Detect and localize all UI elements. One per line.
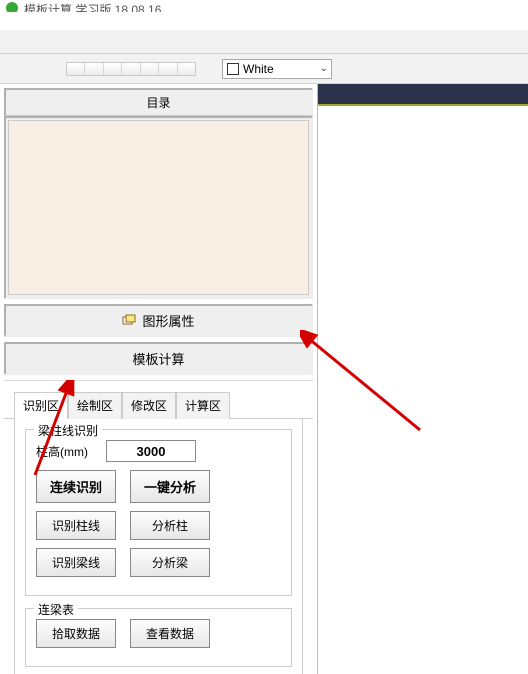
col-height-input[interactable] <box>106 440 196 462</box>
toolbar: White ⌄ <box>0 54 528 84</box>
recognize-column-button[interactable]: 识别柱线 <box>36 511 116 540</box>
catalog-header: 目录 <box>4 88 313 116</box>
analyze-beam-button[interactable]: 分析梁 <box>130 548 210 577</box>
tab-draw[interactable]: 绘制区 <box>68 392 122 419</box>
tab-modify[interactable]: 修改区 <box>122 392 176 419</box>
pick-data-button[interactable]: 拾取数据 <box>36 619 116 648</box>
graphic-props-panel[interactable]: 图形属性 <box>4 304 313 337</box>
right-header-bar <box>318 84 528 106</box>
view-data-button[interactable]: 查看数据 <box>130 619 210 648</box>
analyze-column-button[interactable]: 分析柱 <box>130 511 210 540</box>
beam-col-fieldset: 梁柱线识别 柱高(mm) 连续识别 一键分析 识别柱线 分析柱 识别梁线 <box>25 429 292 596</box>
conn-beam-fieldset: 连梁表 拾取数据 查看数据 <box>25 608 292 667</box>
color-swatch-icon <box>227 63 239 75</box>
right-panel <box>318 84 528 674</box>
left-panel: 目录 图形属性 模板计算 识别区 绘制区 修改区 计算区 <box>0 84 318 674</box>
canvas-area[interactable] <box>8 120 309 295</box>
window-titlebar: 模板计算 学习版 18.08.16 <box>0 0 528 30</box>
conn-beam-legend: 连梁表 <box>34 601 78 618</box>
col-height-label: 柱高(mm) <box>36 443 96 460</box>
chevron-down-icon: ⌄ <box>320 63 328 74</box>
graphic-props-label: 图形属性 <box>142 311 194 330</box>
color-select[interactable]: White ⌄ <box>222 59 332 79</box>
continuous-recognize-button[interactable]: 连续识别 <box>36 470 116 503</box>
template-calc-label: 模板计算 <box>132 349 184 368</box>
color-select-label: White <box>243 62 274 76</box>
template-calc-panel[interactable]: 模板计算 <box>4 342 313 375</box>
mini-toolbar[interactable] <box>66 62 196 76</box>
properties-icon <box>122 314 136 328</box>
catalog-title: 目录 <box>146 96 170 110</box>
menubar <box>0 30 528 54</box>
recognize-beam-button[interactable]: 识别梁线 <box>36 548 116 577</box>
tabs: 识别区 绘制区 修改区 计算区 <box>4 391 313 419</box>
tab-recognize[interactable]: 识别区 <box>14 392 68 419</box>
tab-calc[interactable]: 计算区 <box>176 392 230 419</box>
beam-col-legend: 梁柱线识别 <box>34 422 102 439</box>
one-click-analyze-button[interactable]: 一键分析 <box>130 470 210 503</box>
tab-body-recognize: 梁柱线识别 柱高(mm) 连续识别 一键分析 识别柱线 分析柱 识别梁线 <box>14 419 303 674</box>
template-calc-body: 识别区 绘制区 修改区 计算区 梁柱线识别 柱高(mm) 连续识别 一键分析 <box>4 380 313 674</box>
catalog-block <box>4 116 313 299</box>
